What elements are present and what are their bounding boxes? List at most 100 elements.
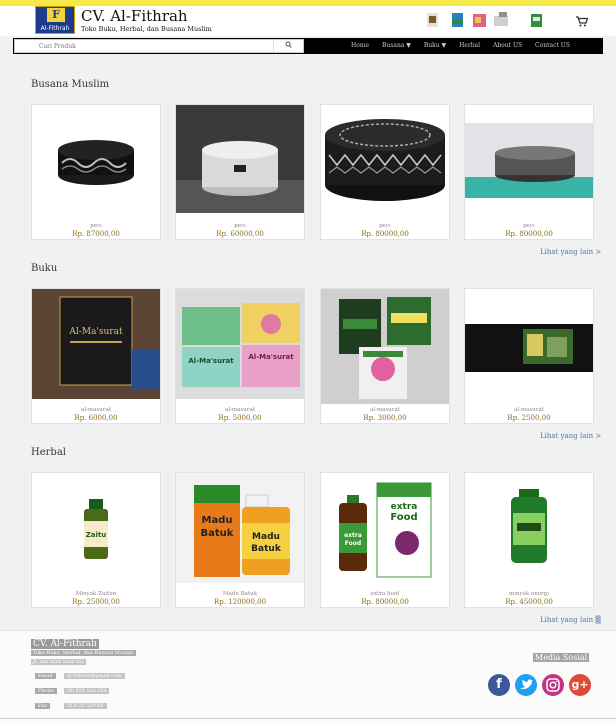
product-card[interactable]: Al-Ma'surat al-masurat Rp. 6000,00 — [31, 288, 161, 424]
product-name: peci — [523, 223, 535, 229]
nav-herbal[interactable]: Herbal — [459, 42, 480, 49]
instagram-icon[interactable] — [542, 674, 564, 696]
product-image[interactable] — [465, 289, 593, 399]
product-image[interactable] — [321, 289, 449, 404]
nav-buku[interactable]: Buku ▼ — [424, 42, 446, 49]
nav-busana[interactable]: Busana ▼ — [382, 42, 411, 49]
see-more-link-herbal[interactable]: Lihat yang lain ▒ — [540, 616, 601, 624]
nav-contact[interactable]: Contact US — [535, 42, 570, 49]
product-name: peci — [234, 223, 246, 229]
brand-tagline: Toko Buku, Herbal, dan Busana Muslim — [81, 25, 212, 33]
search-input[interactable]: Cari Produk — [39, 43, 76, 50]
footer-email-value[interactable]: al-fithrah@gmail.com — [64, 673, 125, 679]
product-card[interactable]: al-masurat Rp. 2500,00 — [464, 288, 594, 424]
product-name: al-masurat — [514, 407, 544, 413]
facebook-icon[interactable]: f — [488, 674, 510, 696]
product-thumb-icon — [427, 13, 438, 27]
product-card[interactable]: Zaitu Minyak Zaitun Rp. 25000,00 — [31, 472, 161, 608]
madu-label-4: Batuk — [251, 544, 282, 554]
product-card[interactable]: extra Food extra Food extra food Rp. 80000,… — [320, 472, 450, 608]
extra-label-1: extra — [391, 502, 418, 512]
product-card[interactable]: peci Rp. 80000,00 — [320, 104, 450, 240]
extra-label-4: Food — [345, 540, 361, 547]
twitter-icon[interactable] — [515, 674, 537, 696]
product-price: Rp. 2500,00 — [507, 414, 551, 422]
product-name: peci — [90, 223, 102, 229]
book-cover-text: Al-Ma'surat — [188, 357, 234, 365]
bottle-label: Zaitu — [86, 531, 107, 539]
product-image[interactable] — [465, 105, 593, 213]
footer-fax-label: Fax — [35, 703, 50, 709]
product-image[interactable] — [32, 105, 160, 213]
product-thumb-icon — [473, 14, 486, 27]
product-price: Rp. 80000,00 — [361, 598, 409, 606]
product-name: peci — [379, 223, 391, 229]
product-name: extra food — [370, 591, 400, 597]
product-image[interactable]: extra Food extra Food — [321, 473, 449, 583]
product-price: Rp. 6000,00 — [74, 414, 118, 422]
product-price: Rp. 3000,00 — [363, 414, 407, 422]
cart-icon[interactable] — [576, 16, 589, 30]
product-card[interactable]: Al-Ma'surat Al-Ma'surat al-masurat Rp. 50… — [175, 288, 305, 424]
product-image[interactable]: Al-Ma'surat — [32, 289, 160, 399]
product-price: Rp. 5000,00 — [218, 414, 262, 422]
logo-letter: F — [47, 8, 65, 22]
extra-label-2: Food — [390, 512, 417, 523]
section-title-buku: Buku — [31, 263, 58, 274]
book-cover-text: Al-Ma'surat — [68, 327, 123, 337]
product-price: Rp. 45000,00 — [505, 598, 553, 606]
product-price: Rp. 120000,00 — [213, 598, 267, 606]
product-image[interactable]: Zaitu — [32, 473, 160, 583]
product-price: Rp. 60000,00 — [216, 230, 264, 238]
product-card[interactable]: peci Rp. 87000,00 — [31, 104, 161, 240]
product-thumb-icon — [452, 13, 463, 27]
footer-tagline: Toko Buku, Herbal, dan Busana Muslim — [31, 650, 136, 656]
product-image[interactable] — [321, 105, 449, 213]
see-more-link-busana[interactable]: Lihat yang lain > — [540, 248, 601, 256]
madu-label-1: Madu — [202, 515, 233, 526]
see-more-link-buku[interactable]: Lihat yang lain > — [540, 432, 601, 440]
product-image[interactable]: Madu Batuk Madu Batuk — [176, 473, 304, 583]
product-price: Rp. 87000,00 — [72, 230, 120, 238]
product-name: al-masurat — [225, 407, 255, 413]
search-icon — [285, 41, 292, 48]
nav-home[interactable]: Home — [351, 42, 369, 49]
media-sosial-title: Media Sosial — [533, 653, 590, 662]
product-thumb-icon — [494, 12, 508, 26]
logo-text: Al-Fithrah — [40, 25, 70, 32]
product-image[interactable] — [465, 473, 593, 583]
google-plus-icon[interactable]: g+ — [569, 674, 591, 696]
nav-menu: Home Busana ▼ Buku ▼ Herbal About US Con… — [351, 42, 581, 49]
search-button[interactable] — [273, 40, 303, 52]
brand-name: CV. Al-Fithrah — [81, 7, 188, 25]
bottom-divider — [0, 718, 616, 719]
product-card[interactable]: Madu Batuk Madu Batuk Madu Batuk Rp. 120000… — [175, 472, 305, 608]
product-image[interactable] — [176, 105, 304, 213]
product-name: al-masurat — [81, 407, 111, 413]
nav-about[interactable]: About US — [493, 42, 522, 49]
product-name: Madu Batuk — [222, 591, 258, 597]
product-card[interactable]: minyak energi Rp. 45000,00 — [464, 472, 594, 608]
footer-phone-value: (0) 821 xxx 234 — [64, 688, 110, 694]
footer-title: CV. Al-Fithrah — [31, 639, 99, 649]
product-name: al-masurat — [370, 407, 400, 413]
product-card[interactable]: al-masurat Rp. 3000,00 — [320, 288, 450, 424]
section-title-herbal: Herbal — [31, 447, 66, 458]
footer-fax-value: 518 22 529 81 — [64, 703, 107, 709]
madu-label-3: Madu — [252, 532, 280, 542]
madu-label-2: Batuk — [201, 528, 234, 539]
product-price: Rp. 80000,00 — [505, 230, 553, 238]
product-card[interactable]: peci Rp. 80000,00 — [464, 104, 594, 240]
product-image[interactable]: Al-Ma'surat Al-Ma'surat — [176, 289, 304, 399]
product-card[interactable]: peci Rp. 60000,00 — [175, 104, 305, 240]
product-name: Minyak Zaitun — [75, 591, 117, 597]
product-price: Rp. 25000,00 — [72, 598, 120, 606]
product-thumb-icon — [531, 14, 542, 27]
product-name: minyak energi — [509, 591, 549, 597]
product-price: Rp. 80000,00 — [361, 230, 409, 238]
book-cover-text: Al-Ma'surat — [248, 353, 294, 361]
logo[interactable]: F Al-Fithrah — [35, 6, 75, 34]
section-title-busana: Busana Muslim — [31, 79, 110, 90]
footer-email-label: Email — [35, 673, 56, 679]
footer-phone-label: Phone — [35, 688, 57, 694]
